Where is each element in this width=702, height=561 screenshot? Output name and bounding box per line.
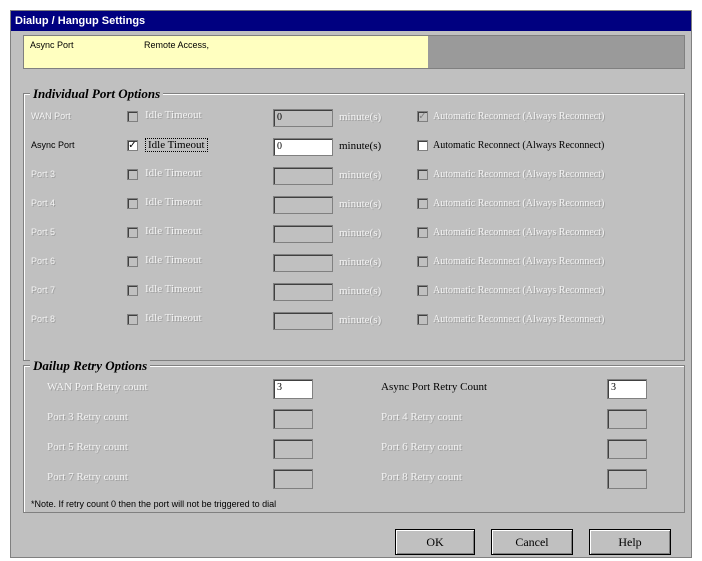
idle-timeout-label: Idle Timeout xyxy=(145,225,202,237)
idle-timeout-input[interactable] xyxy=(273,225,333,243)
port-name: Port 5 xyxy=(31,227,56,237)
idle-timeout-input[interactable]: 0 xyxy=(273,109,333,127)
port-name: Async Port xyxy=(31,140,75,150)
retry-count-input[interactable] xyxy=(607,469,647,489)
cancel-button[interactable]: Cancel xyxy=(491,529,573,555)
minutes-unit-label: minute(s) xyxy=(339,227,382,239)
idle-timeout-label: Idle Timeout xyxy=(145,196,202,208)
auto-reconnect-label: Automatic Reconnect (Always Reconnect) xyxy=(433,227,605,238)
minutes-unit-label: minute(s) xyxy=(339,256,382,268)
ok-button[interactable]: OK xyxy=(395,529,475,555)
port-name: Port 8 xyxy=(31,314,56,324)
info-service: Remote Access, xyxy=(144,40,210,50)
idle-timeout-label: Idle Timeout xyxy=(145,283,202,295)
auto-reconnect-checkbox[interactable] xyxy=(417,256,428,267)
retry-count-label: Port 6 Retry count xyxy=(381,441,462,453)
idle-timeout-checkbox[interactable] xyxy=(127,111,138,122)
auto-reconnect-checkbox[interactable] xyxy=(417,140,428,151)
auto-reconnect-checkbox[interactable] xyxy=(417,285,428,296)
retry-count-input[interactable] xyxy=(273,409,313,429)
auto-reconnect-label: Automatic Reconnect (Always Reconnect) xyxy=(433,314,605,325)
minutes-unit-label: minute(s) xyxy=(339,198,382,210)
retry-count-label: WAN Port Retry count xyxy=(47,381,148,393)
auto-reconnect-checkbox[interactable] xyxy=(417,169,428,180)
retry-count-label: Async Port Retry Count xyxy=(381,381,488,393)
idle-timeout-checkbox[interactable] xyxy=(127,314,138,325)
auto-reconnect-checkbox[interactable] xyxy=(417,314,428,325)
auto-reconnect-label: Automatic Reconnect (Always Reconnect) xyxy=(433,140,605,151)
idle-timeout-label: Idle Timeout xyxy=(145,312,202,324)
info-highlight xyxy=(24,36,428,68)
idle-timeout-input[interactable] xyxy=(273,254,333,272)
dialup-hangup-settings-dialog: Dialup / Hangup Settings Async Port Remo… xyxy=(10,10,692,558)
auto-reconnect-checkbox[interactable] xyxy=(417,198,428,209)
idle-timeout-label: Idle Timeout xyxy=(145,167,202,179)
minutes-unit-label: minute(s) xyxy=(339,169,382,181)
window-title: Dialup / Hangup Settings xyxy=(11,11,691,31)
port-name: Port 6 xyxy=(31,256,56,266)
individual-port-options-legend: Individual Port Options xyxy=(30,86,164,102)
retry-count-input[interactable] xyxy=(607,439,647,459)
idle-timeout-label: Idle Timeout xyxy=(145,109,202,121)
retry-count-label: Port 8 Retry count xyxy=(381,471,462,483)
idle-timeout-input[interactable] xyxy=(273,312,333,330)
auto-reconnect-checkbox[interactable] xyxy=(417,227,428,238)
dialup-retry-options-legend: Dailup Retry Options xyxy=(30,358,151,374)
idle-timeout-checkbox[interactable] xyxy=(127,198,138,209)
retry-count-input[interactable] xyxy=(607,409,647,429)
auto-reconnect-checkbox[interactable]: ✓ xyxy=(417,111,428,122)
retry-count-label: Port 3 Retry count xyxy=(47,411,128,423)
idle-timeout-input[interactable] xyxy=(273,167,333,185)
idle-timeout-label: Idle Timeout xyxy=(145,138,208,152)
retry-count-input[interactable]: 3 xyxy=(607,379,647,399)
idle-timeout-checkbox[interactable] xyxy=(127,169,138,180)
minutes-unit-label: minute(s) xyxy=(339,140,382,152)
idle-timeout-checkbox[interactable] xyxy=(127,256,138,267)
retry-count-input[interactable] xyxy=(273,439,313,459)
help-button[interactable]: Help xyxy=(589,529,671,555)
idle-timeout-label: Idle Timeout xyxy=(145,254,202,266)
info-port: Async Port xyxy=(30,40,74,50)
auto-reconnect-label: Automatic Reconnect (Always Reconnect) xyxy=(433,285,605,296)
retry-count-label: Port 7 Retry count xyxy=(47,471,128,483)
minutes-unit-label: minute(s) xyxy=(339,285,382,297)
retry-note: *Note. If retry count 0 then the port wi… xyxy=(31,499,277,509)
retry-count-input[interactable] xyxy=(273,469,313,489)
idle-timeout-checkbox[interactable] xyxy=(127,285,138,296)
auto-reconnect-label: Automatic Reconnect (Always Reconnect) xyxy=(433,198,605,209)
idle-timeout-checkbox[interactable] xyxy=(127,227,138,238)
idle-timeout-checkbox[interactable]: ✓ xyxy=(127,140,138,151)
auto-reconnect-label: Automatic Reconnect (Always Reconnect) xyxy=(433,256,605,267)
minutes-unit-label: minute(s) xyxy=(339,111,382,123)
retry-count-label: Port 4 Retry count xyxy=(381,411,462,423)
port-name: WAN Port xyxy=(31,111,71,121)
idle-timeout-input[interactable]: 0 xyxy=(273,138,333,156)
retry-count-input[interactable]: 3 xyxy=(273,379,313,399)
idle-timeout-input[interactable] xyxy=(273,283,333,301)
idle-timeout-input[interactable] xyxy=(273,196,333,214)
auto-reconnect-label: Automatic Reconnect (Always Reconnect) xyxy=(433,169,605,180)
port-name: Port 3 xyxy=(31,169,56,179)
info-bar: Async Port Remote Access, xyxy=(23,35,685,69)
port-name: Port 4 xyxy=(31,198,56,208)
retry-count-label: Port 5 Retry count xyxy=(47,441,128,453)
minutes-unit-label: minute(s) xyxy=(339,314,382,326)
auto-reconnect-label: Automatic Reconnect (Always Reconnect) xyxy=(433,111,605,122)
port-name: Port 7 xyxy=(31,285,56,295)
